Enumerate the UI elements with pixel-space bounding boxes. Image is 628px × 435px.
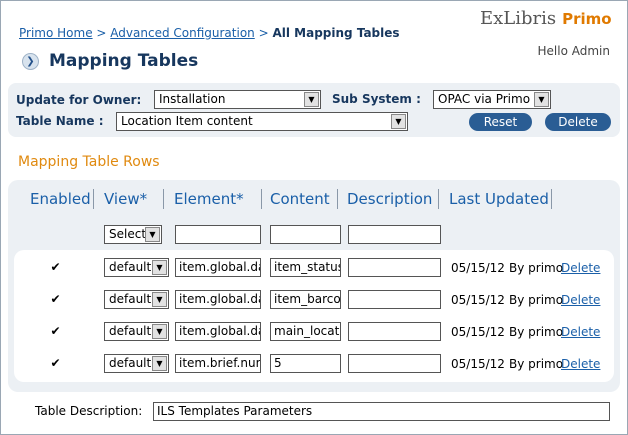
- chevron-down-icon: ▼: [145, 227, 160, 242]
- description-input[interactable]: [348, 354, 441, 373]
- chevron-down-icon: ▼: [152, 324, 167, 339]
- column-header-enabled: Enabled: [30, 190, 91, 208]
- filter-view-select[interactable]: Select ▼: [104, 225, 162, 244]
- view-select-value: default: [109, 324, 152, 338]
- column-divider: [261, 189, 262, 209]
- table-name-label: Table Name :: [16, 114, 104, 128]
- content-input[interactable]: item_status: [270, 258, 341, 277]
- column-divider: [93, 189, 94, 209]
- table-description-label: Table Description:: [35, 404, 143, 418]
- last-updated-date: 05/15/12: [451, 293, 505, 307]
- element-input[interactable]: item.global.da: [175, 322, 261, 341]
- view-select[interactable]: default ▼: [104, 322, 169, 341]
- last-updated-by: By primo: [509, 293, 564, 307]
- description-input[interactable]: [348, 322, 441, 341]
- chevron-down-icon: ▼: [152, 356, 167, 371]
- content-input[interactable]: item_barco: [270, 290, 341, 309]
- breadcrumb-separator: >: [258, 26, 269, 40]
- reset-button[interactable]: Reset: [469, 113, 532, 131]
- column-header-last-updated: Last Updated: [449, 190, 549, 208]
- greeting: Hello Admin: [537, 44, 610, 58]
- content-input[interactable]: 5: [270, 354, 341, 373]
- logo-exlibris-text: ExLibris: [480, 8, 557, 29]
- subsystem-label: Sub System :: [332, 92, 421, 106]
- column-divider: [551, 189, 552, 209]
- row-delete-link[interactable]: Delete: [561, 293, 600, 307]
- view-select[interactable]: default ▼: [104, 354, 169, 373]
- row-delete-link[interactable]: Delete: [561, 357, 600, 371]
- owner-label: Update for Owner:: [16, 93, 142, 107]
- column-divider: [163, 189, 164, 209]
- filter-element-input[interactable]: [175, 225, 261, 244]
- delete-button[interactable]: Delete: [545, 113, 611, 131]
- exlibris-primo-logo: ExLibris Primo: [480, 8, 612, 29]
- element-input[interactable]: item.global.da: [175, 290, 261, 309]
- section-title: Mapping Table Rows: [18, 154, 160, 170]
- chevron-down-icon: ▼: [152, 260, 167, 275]
- page-title: Mapping Tables: [49, 51, 199, 71]
- breadcrumb-primo-home[interactable]: Primo Home: [19, 26, 93, 40]
- table-name-select-value: Location Item content: [121, 114, 253, 128]
- enabled-checkbox[interactable]: ✔: [49, 357, 62, 370]
- column-divider: [337, 189, 338, 209]
- column-header-content: Content: [270, 190, 330, 208]
- row-delete-link[interactable]: Delete: [561, 325, 600, 339]
- enabled-checkbox[interactable]: ✔: [49, 261, 62, 274]
- last-updated-date: 05/15/12: [451, 357, 505, 371]
- row-delete-link[interactable]: Delete: [561, 261, 600, 275]
- last-updated-by: By primo: [509, 357, 564, 371]
- owner-select[interactable]: Installation ▼: [154, 90, 321, 109]
- content-input[interactable]: main_locati: [270, 322, 341, 341]
- table-description-input[interactable]: ILS Templates Parameters: [153, 402, 610, 421]
- description-input[interactable]: [348, 258, 441, 277]
- owner-select-value: Installation: [159, 92, 226, 106]
- chevron-down-icon: ▼: [304, 92, 319, 107]
- element-input[interactable]: item.brief.num: [175, 354, 261, 373]
- view-select[interactable]: default ▼: [104, 258, 169, 277]
- view-select[interactable]: default ▼: [104, 290, 169, 309]
- chevron-down-icon: ▼: [534, 92, 549, 107]
- enabled-checkbox[interactable]: ✔: [49, 325, 62, 338]
- view-select-value: default: [109, 260, 152, 274]
- column-header-element: Element*: [174, 190, 244, 208]
- breadcrumb-separator: >: [96, 26, 107, 40]
- filter-content-input[interactable]: [270, 225, 341, 244]
- breadcrumb: Primo Home > Advanced Configuration > Al…: [19, 26, 400, 40]
- logo-primo-text: Primo: [562, 10, 612, 28]
- filter-view-select-value: Select: [109, 227, 147, 241]
- column-header-view: View*: [104, 190, 148, 208]
- breadcrumb-advanced-configuration[interactable]: Advanced Configuration: [110, 26, 254, 40]
- chevron-right-icon: ❯: [22, 52, 39, 70]
- last-updated-date: 05/15/12: [451, 325, 505, 339]
- last-updated-date: 05/15/12: [451, 261, 505, 275]
- breadcrumb-current: All Mapping Tables: [272, 26, 400, 40]
- last-updated-by: By primo: [509, 261, 564, 275]
- page-title-bar: ❯ Mapping Tables: [22, 51, 198, 71]
- chevron-down-icon: ▼: [152, 292, 167, 307]
- chevron-down-icon: ▼: [391, 114, 406, 129]
- enabled-checkbox[interactable]: ✔: [49, 293, 62, 306]
- subsystem-select-value: OPAC via Primo: [438, 92, 531, 106]
- column-divider: [438, 189, 439, 209]
- table-name-select[interactable]: Location Item content ▼: [116, 112, 408, 131]
- view-select-value: default: [109, 356, 152, 370]
- description-input[interactable]: [348, 290, 441, 309]
- view-select-value: default: [109, 292, 152, 306]
- filter-description-input[interactable]: [348, 225, 441, 244]
- column-header-description: Description: [347, 190, 433, 208]
- element-input[interactable]: item.global.da: [175, 258, 261, 277]
- last-updated-by: By primo: [509, 325, 564, 339]
- subsystem-select[interactable]: OPAC via Primo ▼: [433, 90, 551, 109]
